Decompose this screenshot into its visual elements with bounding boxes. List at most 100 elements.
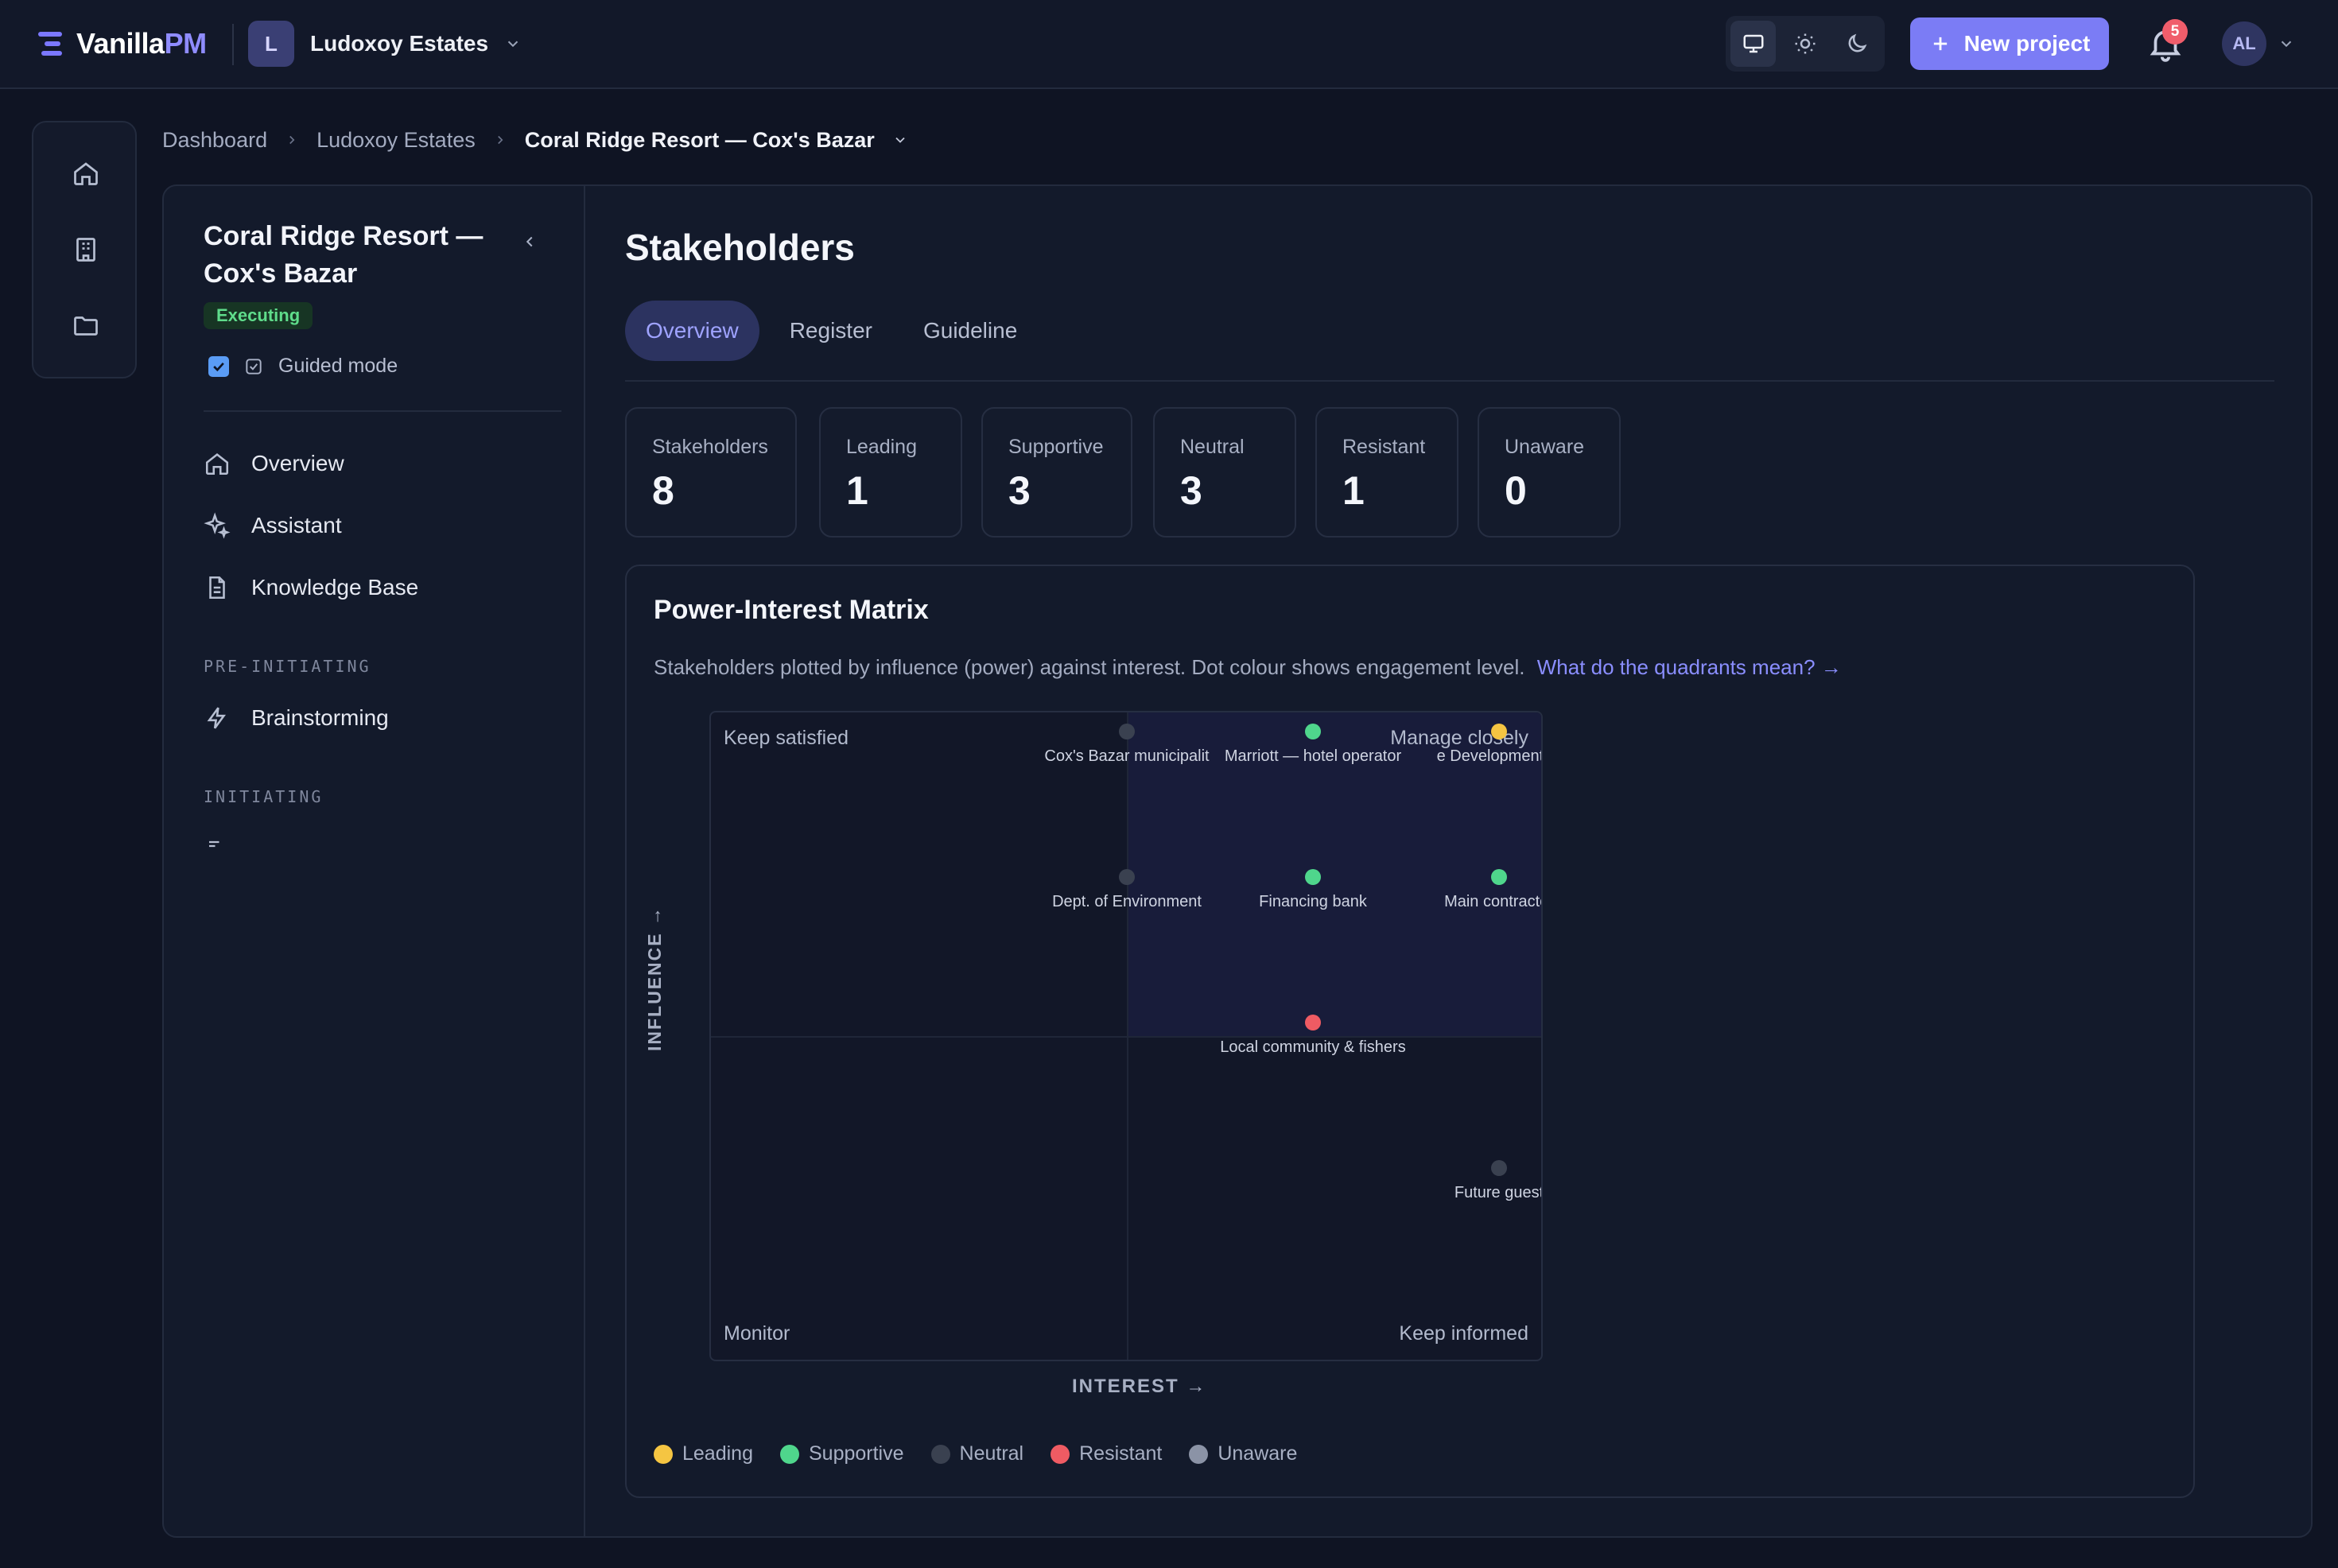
- stat-value: 3: [1008, 468, 1031, 513]
- sparkles-icon: [204, 512, 231, 539]
- legend-item-resistant: Resistant: [1051, 1442, 1162, 1465]
- stakeholder-label: Financing bank: [1259, 893, 1367, 910]
- stat-label: Unaware: [1505, 436, 1585, 458]
- stat-label: Supportive: [1008, 436, 1104, 458]
- legend-item-supportive: Supportive: [779, 1442, 904, 1465]
- system-mode-button[interactable]: [1730, 21, 1777, 67]
- breadcrumb-dashboard[interactable]: Dashboard: [162, 128, 267, 153]
- sidebar-item-label: Knowledge Base: [251, 575, 419, 600]
- guided-mode-checkbox[interactable]: [208, 355, 229, 377]
- workspace-switcher[interactable]: L Ludoxoy Estates: [248, 21, 522, 67]
- stakeholder-dot[interactable]: [1305, 1015, 1321, 1030]
- stat-card-supportive: Supportive 3: [981, 407, 1132, 538]
- quadrants-help-link[interactable]: What do the quadrants mean? →: [1537, 655, 1842, 679]
- project-sidebar: Coral Ridge Resort — Cox's Bazar Executi…: [164, 186, 585, 1536]
- stat-value: 3: [1180, 468, 1202, 513]
- stakeholder-dot[interactable]: [1305, 869, 1321, 885]
- tab-register[interactable]: Register: [769, 301, 893, 361]
- status-badge: Executing: [204, 302, 313, 329]
- breadcrumb: Dashboard Ludoxoy Estates Coral Ridge Re…: [162, 124, 908, 156]
- tab-guideline[interactable]: Guideline: [903, 301, 1038, 361]
- logo-text: VanillaPM: [76, 27, 207, 60]
- checklist-icon: [246, 358, 262, 375]
- stat-value: 1: [846, 468, 868, 513]
- stakeholder-dot[interactable]: [1491, 1160, 1507, 1176]
- tab-overview[interactable]: Overview: [625, 301, 759, 361]
- stakeholder-label: Cox's Bazar municipalit: [1044, 747, 1210, 765]
- workspace-name: Ludoxoy Estates: [310, 31, 489, 56]
- sidebar-item-label: Assistant: [251, 513, 342, 538]
- new-project-label: New project: [1963, 31, 2091, 56]
- app-logo[interactable]: VanillaPM: [38, 27, 207, 60]
- home-icon: [205, 453, 229, 475]
- project-title-line2: Cox's Bazar: [204, 258, 358, 289]
- breadcrumb-workspace[interactable]: Ludoxoy Estates: [317, 128, 476, 153]
- quadrant-label-keep-informed: Keep informed: [1399, 1322, 1528, 1345]
- stat-card-unaware: Unaware 0: [1478, 407, 1621, 538]
- breadcrumb-current-project[interactable]: Coral Ridge Resort — Cox's Bazar: [525, 128, 875, 153]
- sidebar-item-overview[interactable]: Overview: [204, 450, 344, 477]
- chevron-right-icon: [497, 135, 503, 145]
- stat-label: Leading: [846, 436, 917, 458]
- icon-rail: [32, 121, 137, 378]
- guided-mode-label: Guided mode: [278, 355, 398, 377]
- quadrant-label-monitor: Monitor: [724, 1322, 790, 1345]
- page-title: Stakeholders: [625, 227, 855, 268]
- stakeholder-dot[interactable]: [1491, 869, 1507, 885]
- project-panel: Coral Ridge Resort — Cox's Bazar Executi…: [162, 184, 2313, 1538]
- project-title-line1: Coral Ridge Resort —: [204, 221, 484, 251]
- stat-value: 1: [1342, 468, 1365, 513]
- new-project-button[interactable]: New project: [1910, 17, 2109, 70]
- home-icon: [74, 162, 98, 185]
- legend-label: Leading: [682, 1442, 753, 1465]
- light-mode-button[interactable]: [1782, 21, 1827, 67]
- dark-mode-button[interactable]: [1835, 21, 1880, 67]
- chevron-down-icon[interactable]: [892, 132, 908, 148]
- stakeholder-dot[interactable]: [1305, 724, 1321, 739]
- plus-icon: [1933, 37, 1947, 51]
- legend-label: Supportive: [808, 1442, 904, 1465]
- y-axis-label: INFLUENCE →: [644, 906, 665, 1051]
- stakeholder-dot[interactable]: [1491, 724, 1507, 739]
- stakeholder-dot[interactable]: [1119, 724, 1135, 739]
- folder-icon: [74, 316, 98, 336]
- legend-swatch: [779, 1444, 799, 1464]
- sidebar-divider: [204, 410, 561, 412]
- user-avatar[interactable]: AL: [2222, 21, 2266, 66]
- stakeholder-label: Future guest: [1454, 1184, 1543, 1201]
- matrix-description-text: Stakeholders plotted by influence (power…: [654, 655, 1525, 679]
- clipped-nav-icon: [205, 838, 229, 849]
- horizontal-divider: [711, 1036, 1541, 1038]
- legend-label: Neutral: [959, 1442, 1024, 1465]
- quadrant-label-manage-closely: Manage closely: [1390, 727, 1528, 749]
- legend-item-unaware: Unaware: [1189, 1442, 1297, 1465]
- stat-card-resistant: Resistant 1: [1315, 407, 1458, 538]
- collapse-sidebar-button[interactable]: [514, 226, 546, 258]
- legend-item-leading: Leading: [654, 1442, 753, 1465]
- rail-home-button[interactable]: [62, 149, 110, 197]
- section-label-pre-initiating: PRE-INITIATING: [204, 657, 371, 676]
- sidebar-item-label: Brainstorming: [251, 705, 389, 730]
- legend-label: Unaware: [1218, 1442, 1298, 1465]
- document-icon: [209, 576, 225, 600]
- matrix-title: Power-Interest Matrix: [654, 595, 929, 625]
- user-menu-chevron-icon[interactable]: [2278, 35, 2295, 52]
- guided-mode-toggle[interactable]: Guided mode: [208, 355, 398, 378]
- monitor-icon: [1743, 34, 1764, 53]
- stat-value: 8: [652, 468, 674, 513]
- rail-buildings-button[interactable]: [62, 226, 110, 274]
- sidebar-item-assistant[interactable]: Assistant: [204, 512, 342, 539]
- stat-label: Resistant: [1342, 436, 1426, 458]
- chevron-right-icon: [289, 135, 295, 145]
- chevron-down-icon: [507, 41, 518, 48]
- building-icon: [76, 238, 95, 262]
- stat-label: Neutral: [1180, 436, 1245, 458]
- sidebar-item-knowledge-base[interactable]: Knowledge Base: [204, 574, 418, 601]
- engagement-legend: Leading Supportive Neutral Resistant Una…: [654, 1442, 1297, 1465]
- rail-projects-button[interactable]: [62, 302, 110, 350]
- quadrant-label-keep-satisfied: Keep satisfied: [724, 727, 849, 749]
- sidebar-item-brainstorming[interactable]: Brainstorming: [204, 704, 389, 732]
- stakeholder-dot[interactable]: [1119, 869, 1135, 885]
- stakeholder-label: Local community & fishers: [1220, 1038, 1406, 1056]
- tab-bar: Overview Register Guideline: [625, 301, 1038, 361]
